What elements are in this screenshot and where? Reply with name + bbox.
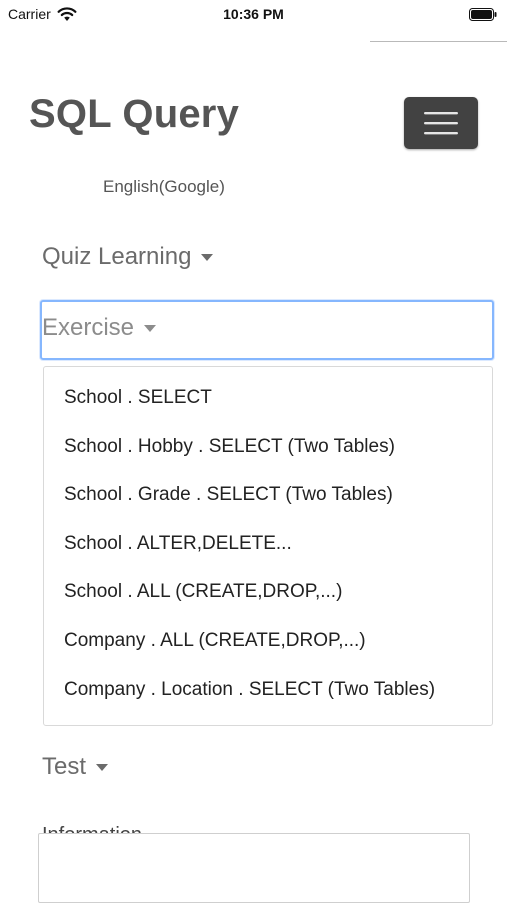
exercise-dropdown-menu: School . SELECT School . Hobby . SELECT … <box>43 366 493 726</box>
dropdown-item[interactable]: School . Hobby . SELECT (Two Tables) <box>64 436 395 458</box>
dropdown-item[interactable]: School . ALTER,DELETE... <box>64 533 292 555</box>
header-divider <box>370 41 507 42</box>
battery-icon <box>469 8 497 21</box>
status-time: 10:36 PM <box>223 6 284 22</box>
nav-exercise[interactable]: Exercise <box>42 314 157 342</box>
nav-test-label: Test <box>42 753 87 780</box>
caret-down-icon <box>144 324 157 332</box>
dropdown-item[interactable]: Company . Location . SELECT (Two Tables) <box>64 679 435 701</box>
dropdown-item[interactable]: School . Grade . SELECT (Two Tables) <box>64 484 393 506</box>
hamburger-icon <box>424 112 458 135</box>
nav-quiz-learning[interactable]: Quiz Learning <box>42 243 214 271</box>
menu-toggle-button[interactable] <box>404 97 478 149</box>
dropdown-item[interactable]: Company . ALL (CREATE,DROP,...) <box>64 630 366 652</box>
nav-exercise-label: Exercise <box>42 314 135 341</box>
information-panel <box>38 833 470 903</box>
caret-down-icon <box>96 763 109 771</box>
caret-down-icon <box>201 253 214 261</box>
dropdown-item[interactable]: School . SELECT <box>64 387 212 409</box>
app-title[interactable]: SQL Query <box>29 92 239 137</box>
status-bar: Carrier 10:36 PM <box>0 0 507 32</box>
language-link[interactable]: English(Google) <box>103 177 225 197</box>
dropdown-item[interactable]: School . ALL (CREATE,DROP,...) <box>64 581 342 603</box>
nav-test[interactable]: Test <box>42 753 109 781</box>
nav-quiz-learning-label: Quiz Learning <box>42 243 192 270</box>
